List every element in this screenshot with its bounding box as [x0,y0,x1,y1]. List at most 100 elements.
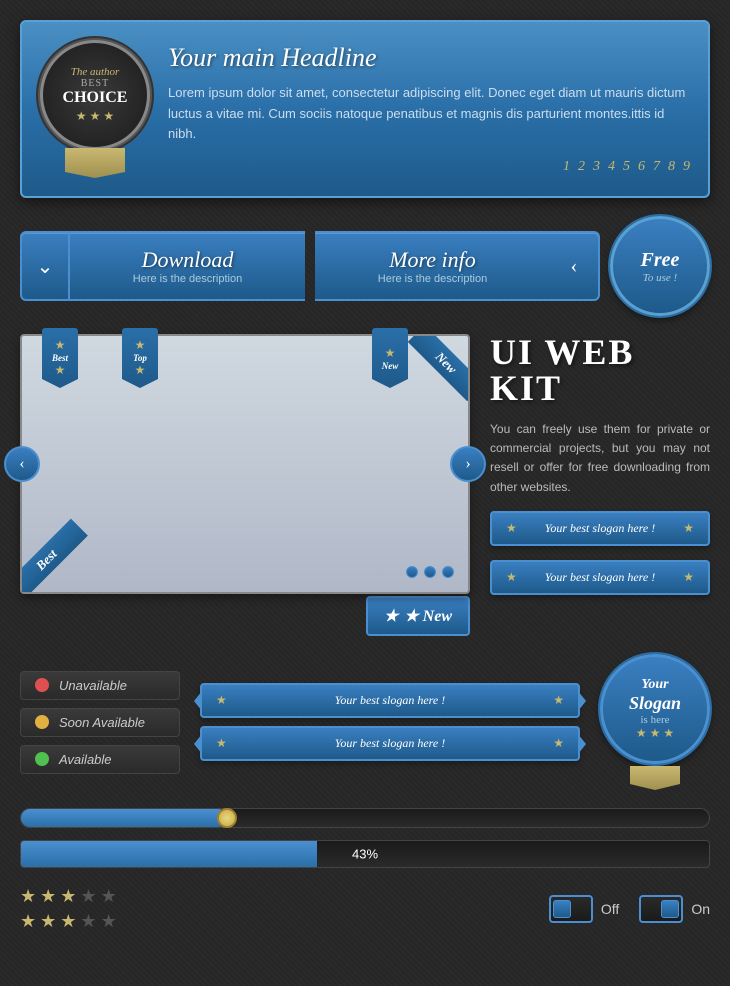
dot-2[interactable] [424,566,436,578]
status-label-soon: Soon Available [59,715,145,730]
more-info-desc: Here is the description [378,273,487,285]
star-2-5[interactable]: ★ [101,911,117,932]
toggle-on-switch[interactable] [639,895,683,923]
download-button[interactable]: Download Here is the description [70,231,305,301]
star-1-4[interactable]: ★ [80,886,96,907]
slider-dots [406,566,454,578]
ui-kit-description: You can freely use them for private or c… [490,420,710,497]
toggle-off-item: Off [549,895,619,923]
slider-thumb[interactable] [217,808,237,828]
toggle-on-knob [661,900,679,918]
progress-section: 43% [20,808,710,868]
status-dot-red [35,678,49,692]
page-4[interactable]: 4 [608,159,615,175]
dot-3[interactable] [442,566,454,578]
slogan-wing-bar-2[interactable]: ★ Your best slogan here ! ★ [200,726,580,761]
free-badge-sub: To use ! [643,272,677,284]
star-2-3[interactable]: ★ [60,911,76,932]
gallery-section: ★ Best ★ ★ Top ★ ★ New [20,334,710,636]
star-1-3[interactable]: ★ [60,886,76,907]
buttons-row: ⌄ Download Here is the description More … [20,216,710,316]
badge-circle: The author BEST CHOICE ★ ★ ★ [40,40,150,150]
page-7[interactable]: 7 [653,159,660,175]
slogan-text-2: Your best slogan here ! [523,570,677,585]
hero-pagination: 1 2 3 4 5 6 7 8 9 [168,159,690,175]
slogan-bar-1[interactable]: ★ Your best slogan here ! ★ [490,511,710,546]
slogan-bars-center: ★ Your best slogan here ! ★ ★ Your best … [200,683,580,761]
round-badge-line3: is here [640,714,669,726]
page-8[interactable]: 8 [668,159,675,175]
download-arrow-left[interactable]: ⌄ [20,231,70,301]
hero-title: Your main Headline [168,43,690,73]
status-section: Unavailable Soon Available Available ★ Y… [20,654,710,790]
download-label: Download [142,247,234,273]
slider-track[interactable] [20,808,710,828]
slogan-star-2a: ★ [506,570,517,585]
more-info-button[interactable]: More info Here is the description [315,231,550,301]
star-2-1[interactable]: ★ [20,911,36,932]
ribbon-top: ★ Top ★ [122,328,158,388]
hero-description: Lorem ipsum dolor sit amet, consectetur … [168,83,690,145]
progress-label: 43% [352,847,378,862]
round-badge[interactable]: Your Slogan is here ★ ★ ★ [600,654,710,764]
slogan-wing-bar-1[interactable]: ★ Your best slogan here ! ★ [200,683,580,718]
status-soon[interactable]: Soon Available [20,708,180,737]
status-dot-green [35,752,49,766]
slogan-wing-star-1b: ★ [553,693,564,708]
slider-fill [21,809,227,827]
slogan-wing-text-1: Your best slogan here ! [233,693,547,708]
new-tag-button[interactable]: ★ ★ New [366,596,470,636]
slogan-star-2b: ★ [683,570,694,585]
page-9[interactable]: 9 [683,159,690,175]
slogan-star-1b: ★ [683,521,694,536]
star-2-4[interactable]: ★ [80,911,96,932]
status-label-available: Available [59,752,112,767]
status-available[interactable]: Available [20,745,180,774]
star-1-2[interactable]: ★ [40,886,56,907]
badge-container: The author BEST CHOICE ★ ★ ★ [40,40,150,178]
page-3[interactable]: 3 [593,159,600,175]
toggle-off-switch[interactable] [549,895,593,923]
slider-nav-left[interactable]: ‹ [4,446,40,482]
slogan-text-1: Your best slogan here ! [523,521,677,536]
status-dot-yellow [35,715,49,729]
status-unavailable[interactable]: Unavailable [20,671,180,700]
more-info-arrow-right[interactable]: ‹ [550,231,600,301]
toggle-section: Off On [549,895,710,923]
corner-best-label: Best [22,519,88,592]
corner-new-badge [388,336,468,416]
ribbon-best: ★ Best ★ [42,328,78,388]
dot-1[interactable] [406,566,418,578]
round-badge-ribbon [630,766,680,790]
page-5[interactable]: 5 [623,159,630,175]
toggle-off-knob [553,900,571,918]
status-list: Unavailable Soon Available Available [20,671,180,774]
star-1-1[interactable]: ★ [20,886,36,907]
slogan-wing-star-2b: ★ [553,736,564,751]
slogan-bar-2[interactable]: ★ Your best slogan here ! ★ [490,560,710,595]
corner-best-badge: Best [22,502,112,592]
hero-banner: The author BEST CHOICE ★ ★ ★ Your main H… [20,20,710,198]
slider-nav-right[interactable]: › [450,446,486,482]
page-1[interactable]: 1 [563,159,570,175]
page-6[interactable]: 6 [638,159,645,175]
more-info-button-group: More info Here is the description ‹ [315,231,600,301]
star-2-2[interactable]: ★ [40,911,56,932]
slogan-wing-text-2: Your best slogan here ! [233,736,547,751]
slogan-wing-star-2a: ★ [216,736,227,751]
star-1-5[interactable]: ★ [101,886,117,907]
round-badge-stars: ★ ★ ★ [636,726,674,741]
toggle-on-item: On [639,895,710,923]
round-badge-line1: Your [641,677,668,693]
progress-bar: 43% [20,840,710,868]
toggle-on-label: On [691,901,710,917]
star-row-2: ★ ★ ★ ★ ★ [20,911,117,932]
new-tag-label: ★ New [404,606,452,626]
free-badge[interactable]: Free To use ! [610,216,710,316]
round-badge-line2: Slogan [629,693,681,714]
page-2[interactable]: 2 [578,159,585,175]
ui-kit-title: UI WEB KIT [490,334,710,406]
download-button-group: ⌄ Download Here is the description [20,231,305,301]
progress-fill [21,841,317,867]
slider-wrap: ★ Best ★ ★ Top ★ ★ New [20,334,470,594]
